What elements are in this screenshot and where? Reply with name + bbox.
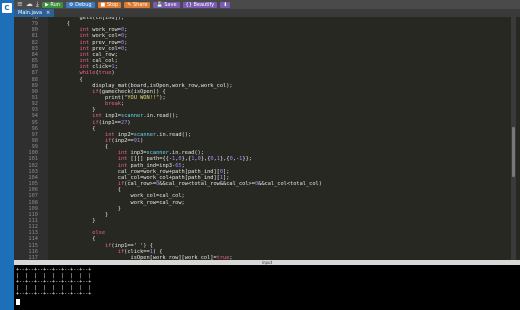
tab-main-java[interactable]: Main.java × [14, 9, 55, 17]
debug-button[interactable]: ⚙ Debug [66, 1, 95, 8]
run-button[interactable]: ▶ Run [41, 1, 64, 8]
toolbar: ≡ ☁ ⤓ ▶ Run ⚙ Debug ■ Stop ✎ Share 💾 Save{} Bea… [14, 0, 520, 9]
save-button[interactable]: 💾 Save [153, 1, 180, 8]
scrollbar-thumb[interactable] [512, 127, 515, 177]
console-output[interactable]: +--+--+--+--+--+--+--+--+ | | | | | | | |… [14, 265, 520, 310]
upload-icon[interactable]: ⤓ [36, 0, 39, 9]
code-editor[interactable]: 78 gets(ch[ind]); 79 {80 int work_row=0; 8… [14, 17, 520, 260]
close-icon[interactable]: × [46, 10, 50, 16]
console-cursor [16, 299, 20, 305]
tab-label: Main.java [18, 10, 43, 16]
download-button[interactable]: ⬇ [220, 1, 231, 8]
share-button[interactable]: ✎ Share [124, 1, 151, 8]
menu-icon[interactable]: ≡ [17, 0, 23, 9]
tab-bar: Main.java × [14, 9, 520, 17]
console-line: +--+--+--+--+--+--+--+--+ [16, 291, 92, 297]
left-sidebar: C [0, 0, 14, 310]
cloud-icon[interactable]: ☁ [26, 0, 33, 9]
beautify-button[interactable]: {} Beautify [182, 1, 218, 8]
stop-button[interactable]: ■ Stop [97, 1, 122, 8]
app-logo[interactable]: C [2, 3, 12, 13]
editor-scrollbar[interactable] [511, 17, 516, 260]
